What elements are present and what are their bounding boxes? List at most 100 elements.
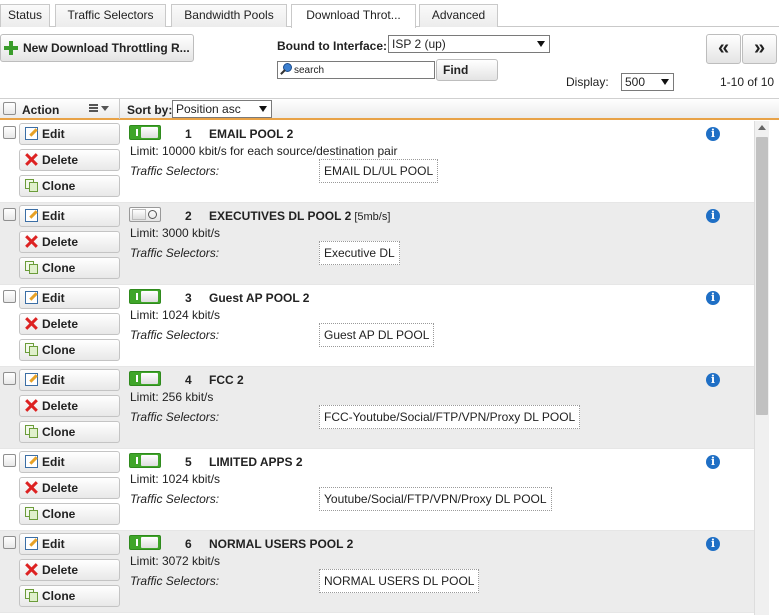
delete-button[interactable]: Delete	[19, 395, 120, 417]
enabled-toggle[interactable]	[129, 453, 161, 468]
display-label: Display:	[566, 75, 609, 89]
edit-button[interactable]: Edit	[19, 369, 120, 391]
delete-button[interactable]: Delete	[19, 313, 120, 335]
edit-button[interactable]: Edit	[19, 205, 120, 227]
enabled-toggle[interactable]	[129, 535, 161, 550]
clone-button[interactable]: Clone	[19, 339, 120, 361]
rule-name-text: NORMAL USERS POOL 2	[209, 537, 354, 551]
scroll-thumb[interactable]	[756, 137, 768, 415]
clone-button[interactable]: Clone	[19, 585, 120, 607]
table-row: Edit Delete Clone 5 LIMITED APPS 2 Limit: 102…	[0, 449, 754, 531]
delete-label: Delete	[42, 399, 79, 413]
disabled-toggle[interactable]	[129, 207, 161, 222]
scroll-up-icon[interactable]	[758, 125, 766, 130]
row-checkbox[interactable]	[3, 208, 16, 221]
rule-name: Guest AP POOL 2	[209, 291, 309, 305]
clone-icon	[25, 261, 38, 274]
rule-position: 4	[185, 373, 192, 387]
rule-limit: Limit: 1024 kbit/s	[130, 308, 221, 322]
delete-icon	[25, 153, 38, 166]
table-row: Edit Delete Clone 1 EMAIL POOL 2 Limit: 10000…	[0, 121, 754, 203]
tab-advanced[interactable]: Advanced	[419, 4, 498, 27]
clone-button[interactable]: Clone	[19, 257, 120, 279]
enabled-toggle[interactable]	[129, 125, 161, 140]
rule-name-note: [5mb/s]	[351, 211, 391, 223]
table-row: Edit Delete Clone 2 EXECUTIVES DL POOL 2 [5m…	[0, 203, 754, 285]
delete-button[interactable]: Delete	[19, 231, 120, 253]
traffic-selectors-label: Traffic Selectors:	[130, 164, 220, 178]
find-button[interactable]: Find	[436, 59, 498, 81]
bound-to-interface-label: Bound to Interface:	[277, 39, 387, 53]
tab-status[interactable]: Status	[0, 4, 50, 27]
new-download-throttling-rule-button[interactable]: New Download Throttling R...	[0, 34, 194, 62]
rule-name: EXECUTIVES DL POOL 2 [5mb/s]	[209, 209, 390, 223]
delete-label: Delete	[42, 563, 79, 577]
clone-label: Clone	[42, 343, 76, 357]
clone-label: Clone	[42, 261, 76, 275]
select-all-checkbox[interactable]	[3, 102, 16, 115]
edit-icon	[25, 537, 38, 550]
action-column-header: Action	[22, 103, 60, 117]
edit-label: Edit	[42, 127, 65, 141]
search-box	[277, 61, 435, 79]
delete-icon	[25, 481, 38, 494]
rule-name: EMAIL POOL 2	[209, 127, 293, 141]
edit-button[interactable]: Edit	[19, 287, 120, 309]
info-icon[interactable]: i	[706, 291, 720, 305]
info-icon[interactable]: i	[706, 537, 720, 551]
next-page-button[interactable]: »	[742, 34, 777, 64]
record-count: 1-10 of 10	[720, 75, 775, 89]
edit-button[interactable]: Edit	[19, 451, 120, 473]
row-checkbox[interactable]	[3, 372, 16, 385]
rule-limit: Limit: 1024 kbit/s	[130, 472, 221, 486]
edit-label: Edit	[42, 455, 65, 469]
row-checkbox[interactable]	[3, 126, 16, 139]
info-icon[interactable]: i	[706, 127, 720, 141]
rule-name-text: LIMITED APPS 2	[209, 455, 303, 469]
tab-traffic-selectors[interactable]: Traffic Selectors	[55, 4, 166, 27]
tab-bar: Status Traffic Selectors Bandwidth Pools…	[0, 0, 779, 28]
delete-button[interactable]: Delete	[19, 477, 120, 499]
dropdown-arrow-icon	[661, 79, 669, 85]
info-icon[interactable]: i	[706, 373, 720, 387]
delete-button[interactable]: Delete	[19, 149, 120, 171]
delete-label: Delete	[42, 153, 79, 167]
edit-button[interactable]: Edit	[19, 123, 120, 145]
edit-label: Edit	[42, 291, 65, 305]
rule-limit: Limit: 256 kbit/s	[130, 390, 214, 404]
display-count-value: 500	[625, 75, 646, 89]
search-input[interactable]	[294, 62, 432, 78]
previous-page-button[interactable]: «	[706, 34, 741, 64]
clone-label: Clone	[42, 425, 76, 439]
row-checkbox[interactable]	[3, 290, 16, 303]
enabled-toggle[interactable]	[129, 289, 161, 304]
delete-icon	[25, 563, 38, 576]
sort-select[interactable]: Position asc	[172, 100, 272, 118]
display-count-select[interactable]: 500	[621, 73, 674, 91]
traffic-selectors-label: Traffic Selectors:	[130, 246, 220, 260]
tab-download-throttling[interactable]: Download Throt...	[291, 4, 416, 28]
delete-button[interactable]: Delete	[19, 559, 120, 581]
edit-label: Edit	[42, 373, 65, 387]
clone-button[interactable]: Clone	[19, 175, 120, 197]
enabled-toggle[interactable]	[129, 371, 161, 386]
row-checkbox[interactable]	[3, 454, 16, 467]
interface-select[interactable]: ISP 2 (up)	[388, 35, 550, 53]
vertical-scrollbar[interactable]	[754, 121, 769, 615]
clone-button[interactable]: Clone	[19, 421, 120, 443]
clone-label: Clone	[42, 507, 76, 521]
rules-list: Edit Delete Clone 1 EMAIL POOL 2 Limit: 10000…	[0, 121, 754, 615]
traffic-selector-value: Executive DL	[319, 241, 400, 265]
traffic-selectors-label: Traffic Selectors:	[130, 492, 220, 506]
rule-limit: Limit: 10000 kbit/s for each source/dest…	[130, 144, 398, 158]
rule-name: LIMITED APPS 2	[209, 455, 303, 469]
traffic-selectors-label: Traffic Selectors:	[130, 574, 220, 588]
delete-icon	[25, 317, 38, 330]
info-icon[interactable]: i	[706, 455, 720, 469]
info-icon[interactable]: i	[706, 209, 720, 223]
row-checkbox[interactable]	[3, 536, 16, 549]
column-chooser-icon[interactable]	[89, 104, 109, 114]
clone-button[interactable]: Clone	[19, 503, 120, 525]
edit-button[interactable]: Edit	[19, 533, 120, 555]
tab-bandwidth-pools[interactable]: Bandwidth Pools	[171, 4, 287, 27]
